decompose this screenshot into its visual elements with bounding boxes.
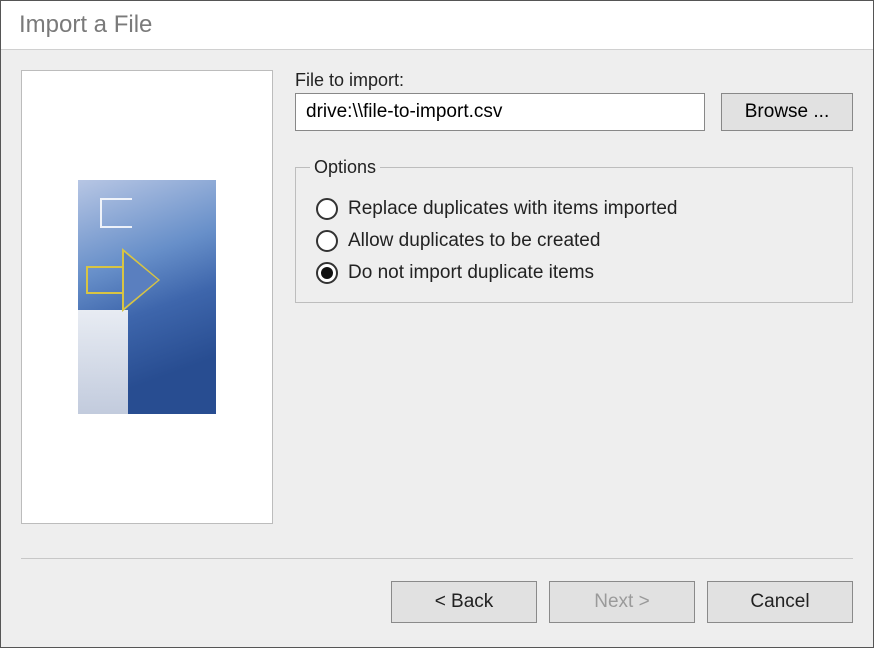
arrow-outline-icon: [100, 186, 165, 236]
file-to-import-label: File to import:: [295, 70, 853, 91]
wizard-graphic: [78, 180, 216, 414]
option-do-not-import-duplicates[interactable]: Do not import duplicate items: [316, 262, 838, 284]
next-button[interactable]: Next >: [549, 581, 695, 623]
options-group: Options Replace duplicates with items im…: [295, 157, 853, 303]
option-replace-duplicates[interactable]: Replace duplicates with items imported: [316, 198, 838, 220]
arrow-yellow-icon: [86, 250, 166, 310]
cancel-button[interactable]: Cancel: [707, 581, 853, 623]
option-allow-duplicates[interactable]: Allow duplicates to be created: [316, 230, 838, 252]
file-row: Browse ...: [295, 93, 853, 131]
browse-button[interactable]: Browse ...: [721, 93, 853, 131]
content-row: File to import: Browse ... Options Repla…: [21, 70, 853, 524]
file-path-input[interactable]: [295, 93, 705, 131]
back-button[interactable]: < Back: [391, 581, 537, 623]
radio-icon: [316, 198, 338, 220]
footer-separator: [21, 558, 853, 559]
import-file-dialog: Import a File File to import: Browse ...: [0, 0, 874, 648]
radio-icon: [316, 230, 338, 252]
dialog-body: File to import: Browse ... Options Repla…: [1, 50, 873, 647]
option-label: Do not import duplicate items: [348, 262, 594, 284]
radio-icon: [316, 262, 338, 284]
options-legend: Options: [310, 157, 380, 178]
form-column: File to import: Browse ... Options Repla…: [295, 70, 853, 524]
option-label: Replace duplicates with items imported: [348, 198, 678, 220]
wizard-footer: < Back Next > Cancel: [391, 581, 853, 623]
wizard-graphic-frame: [21, 70, 273, 524]
option-label: Allow duplicates to be created: [348, 230, 600, 252]
dialog-title: Import a File: [1, 1, 873, 50]
